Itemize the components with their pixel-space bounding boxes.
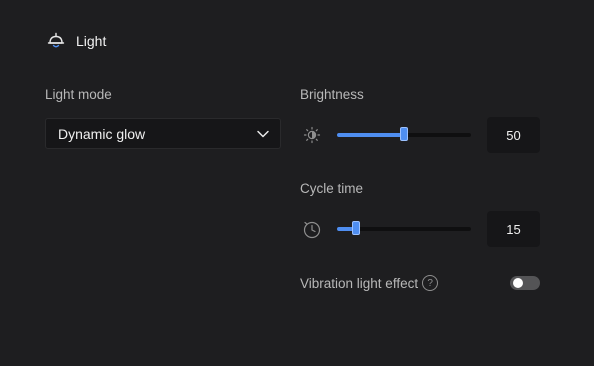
- chevron-down-icon: [256, 127, 270, 141]
- section-header: Light: [46, 30, 106, 52]
- vibration-light-effect-toggle[interactable]: [510, 276, 540, 290]
- question-icon[interactable]: ?: [422, 275, 439, 291]
- brightness-value-box[interactable]: 50: [487, 117, 540, 153]
- light-mode-dropdown[interactable]: Dynamic glow: [45, 118, 281, 149]
- light-settings-panel: Light Light mode Dynamic glow Brightness: [0, 0, 594, 366]
- cycle-time-slider-track[interactable]: [337, 221, 471, 235]
- brightness-slider-thumb[interactable]: [400, 127, 408, 141]
- cycle-time-value-box[interactable]: 15: [487, 211, 540, 247]
- toggle-knob: [513, 278, 523, 288]
- brightness-slider-fill: [337, 133, 404, 137]
- brightness-slider-track[interactable]: [337, 127, 471, 141]
- brightness-control: 50: [300, 117, 540, 153]
- light-mode-selected-value: Dynamic glow: [58, 125, 146, 142]
- cycle-time-value: 15: [506, 221, 521, 237]
- light-mode-label: Light mode: [45, 87, 112, 102]
- timer-icon: [301, 218, 323, 240]
- section-title: Light: [76, 33, 107, 49]
- brightness-label: Brightness: [300, 87, 364, 102]
- cycle-time-label: Cycle time: [300, 181, 364, 196]
- brightness-value: 50: [506, 127, 521, 143]
- lamp-icon: [46, 31, 66, 51]
- vibration-light-effect-label: Vibration light effect: [300, 275, 419, 291]
- cycle-time-slider-thumb[interactable]: [351, 221, 360, 235]
- brightness-icon: [301, 124, 323, 146]
- cycle-time-control: 15: [300, 211, 540, 247]
- vibration-light-effect-row: Vibration light effect ?: [300, 272, 540, 294]
